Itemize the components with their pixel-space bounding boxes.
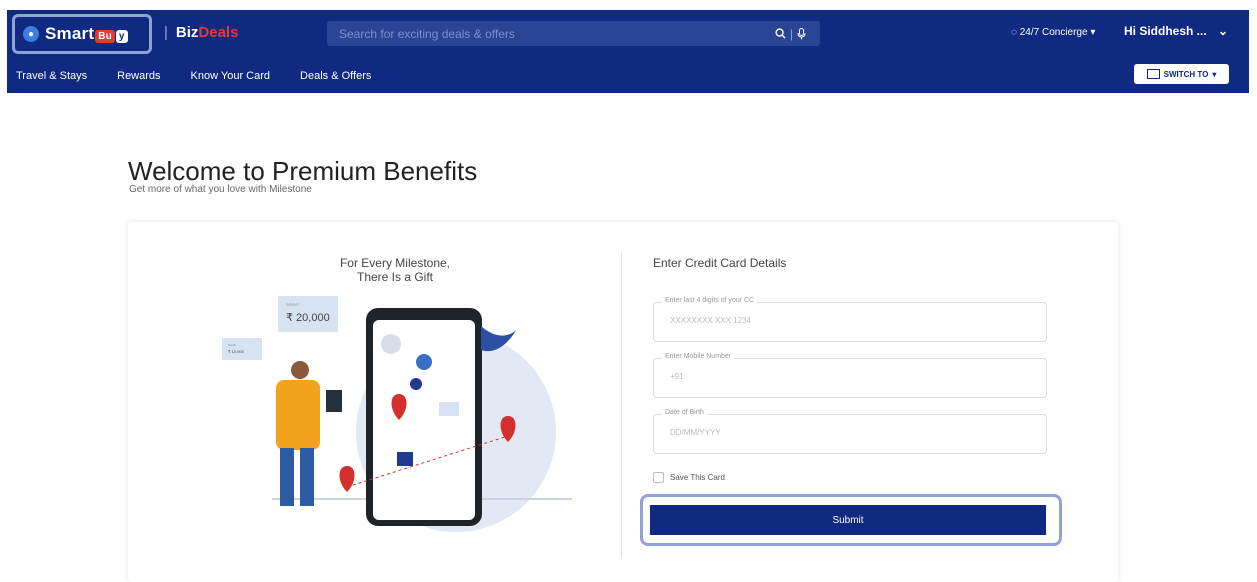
logo-text: Smart Bu y [45, 24, 128, 44]
search-input[interactable] [327, 25, 775, 42]
search-bar[interactable]: | [327, 21, 820, 46]
svg-text:SAVE: SAVE [228, 343, 236, 347]
page-title: Welcome to Premium Benefits [128, 156, 478, 187]
mobile-number-input[interactable] [668, 371, 1032, 382]
nav-travel-stays[interactable]: Travel & Stays [16, 70, 87, 82]
submit-highlight: Submit [640, 494, 1062, 546]
user-menu[interactable]: Hi Siddhesh ... ⌄ [1124, 24, 1228, 38]
card-digits-input[interactable] [668, 315, 1032, 326]
submit-button[interactable]: Submit [650, 505, 1046, 535]
page-subtitle: Get more of what you love with Milestone [129, 184, 312, 195]
switch-to-button[interactable]: SWITCH TO ▾ [1134, 64, 1229, 84]
dob-input[interactable] [668, 427, 1032, 438]
bizdeals-link[interactable]: | BizDeals [164, 24, 238, 41]
nav-know-your-card[interactable]: Know Your Card [191, 70, 271, 82]
card-digits-field[interactable]: Enter last 4 digits of your CC [653, 297, 1047, 342]
save-card-label: Save This Card [670, 473, 725, 482]
save-card-row[interactable]: Save This Card [653, 472, 725, 483]
nav-rewards[interactable]: Rewards [117, 70, 160, 82]
card-icon [1146, 69, 1160, 79]
svg-text:₹ 20,000: ₹ 20,000 [286, 312, 330, 324]
headset-icon: ◌ [1011, 27, 1017, 38]
header-top-row: ● SmartBuy |BizDeals | ◌ 24/7 Concierge … [7, 10, 1249, 58]
top-header: ● SmartBuy |BizDeals | ◌ 24/7 Concierge … [7, 10, 1249, 93]
card-digits-label: Enter last 4 digits of your CC [662, 297, 758, 304]
nav-deals-offers[interactable]: Deals & Offers [300, 70, 371, 82]
mobile-number-label: Enter Mobile Number [662, 353, 735, 360]
dob-label: Date of Birth [662, 409, 707, 416]
mobile-number-field[interactable]: Enter Mobile Number [653, 353, 1047, 398]
dob-field[interactable]: Date of Birth [653, 409, 1047, 454]
smartbuy-logo[interactable]: ● Smart Bu y [12, 14, 152, 54]
svg-text:SPENT: SPENT [286, 302, 300, 307]
concierge-dropdown[interactable]: ◌ 24/7 Concierge ▾ [1011, 27, 1095, 38]
svg-text:₹ 10,000: ₹ 10,000 [228, 349, 245, 354]
form-title: Enter Credit Card Details [653, 256, 787, 270]
save-card-checkbox[interactable] [653, 472, 664, 483]
search-icon[interactable] [775, 28, 786, 39]
milestone-illustration: SPENT ₹ 20,000 SAVE ₹ 10,000 [222, 296, 572, 532]
benefits-card: For Every Milestone, There Is a Gift SPE… [128, 222, 1118, 582]
chevron-down-icon: ⌄ [1218, 24, 1229, 38]
promo-title: For Every Milestone, There Is a Gift [339, 256, 451, 284]
header-nav-row: Travel & Stays Rewards Know Your Card De… [7, 58, 1249, 93]
main-nav: Travel & Stays Rewards Know Your Card De… [7, 58, 1249, 93]
mic-icon[interactable] [797, 27, 806, 40]
card-divider [621, 252, 622, 557]
logo-icon: ● [23, 26, 39, 42]
